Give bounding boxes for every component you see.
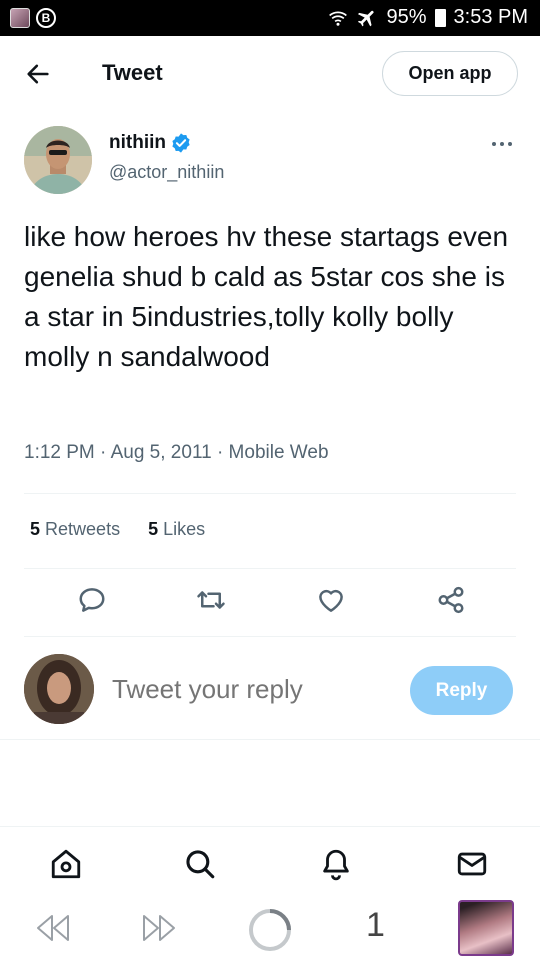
bell-icon[interactable]: [319, 847, 353, 881]
notification-app-icon: [10, 8, 30, 28]
page-title: Tweet: [102, 60, 163, 85]
author-name-row: nithiin: [109, 132, 192, 154]
retweets-count: 5: [30, 519, 41, 539]
airplane-mode-icon: [358, 10, 375, 26]
retweets-label: Retweets: [45, 519, 121, 539]
verified-badge-icon: [172, 133, 190, 153]
reply-button[interactable]: Reply: [410, 666, 513, 715]
likes-stat[interactable]: 5 Likes: [148, 519, 205, 540]
tweet-stats: 5 Retweets 5 Likes: [30, 519, 205, 540]
forward-nav-icon[interactable]: [140, 912, 178, 944]
retweet-icon[interactable]: [196, 585, 226, 615]
browser-toolbar: 1: [0, 898, 540, 960]
tweet-text: like how heroes hv these startags even g…: [24, 221, 509, 372]
author-avatar[interactable]: [24, 126, 92, 194]
status-left: B: [10, 8, 56, 28]
author-handle[interactable]: @actor_nithiin: [109, 162, 224, 183]
wifi-icon: [329, 11, 348, 26]
divider: [24, 636, 516, 637]
user-avatar[interactable]: [24, 654, 94, 724]
back-nav-icon[interactable]: [34, 912, 72, 944]
author-name[interactable]: nithiin: [109, 132, 166, 154]
home-icon[interactable]: [49, 847, 83, 881]
retweets-stat[interactable]: 5 Retweets: [30, 519, 120, 540]
tab-thumbnail[interactable]: [458, 900, 514, 956]
loading-spinner-icon[interactable]: [246, 906, 294, 954]
user-avatar-image: [24, 654, 94, 724]
bottom-nav: [0, 826, 540, 898]
open-app-button[interactable]: Open app: [382, 51, 518, 96]
header: Tweet Open app: [0, 36, 540, 112]
status-right: 95% 3:53 PM: [328, 6, 528, 29]
battery-percent: 95%: [386, 6, 427, 28]
heart-icon[interactable]: [316, 585, 346, 615]
likes-count: 5: [148, 519, 159, 539]
divider: [24, 493, 516, 494]
author-avatar-image: [24, 126, 92, 194]
arrow-left-icon[interactable]: [24, 60, 52, 88]
comment-icon[interactable]: [77, 585, 107, 615]
clock: 3:53 PM: [453, 6, 528, 28]
reply-composer: Reply: [0, 652, 540, 727]
divider: [0, 739, 540, 740]
reply-input[interactable]: [112, 674, 392, 705]
b-badge-icon: B: [36, 8, 56, 28]
mail-icon[interactable]: [455, 847, 489, 881]
tab-count[interactable]: 1: [366, 906, 385, 945]
tweet-timestamp[interactable]: 1:12 PM · Aug 5, 2011 · Mobile Web: [24, 442, 329, 464]
more-horizontal-icon[interactable]: [490, 140, 514, 148]
share-icon[interactable]: [436, 585, 466, 615]
tweet-author: nithiin @actor_nithiin: [24, 126, 524, 196]
tweet-actions: [0, 585, 540, 621]
divider: [24, 568, 516, 569]
status-bar: B 95% 3:53 PM: [0, 0, 540, 36]
battery-icon: [434, 8, 446, 27]
search-icon[interactable]: [183, 847, 217, 881]
likes-label: Likes: [163, 519, 206, 539]
